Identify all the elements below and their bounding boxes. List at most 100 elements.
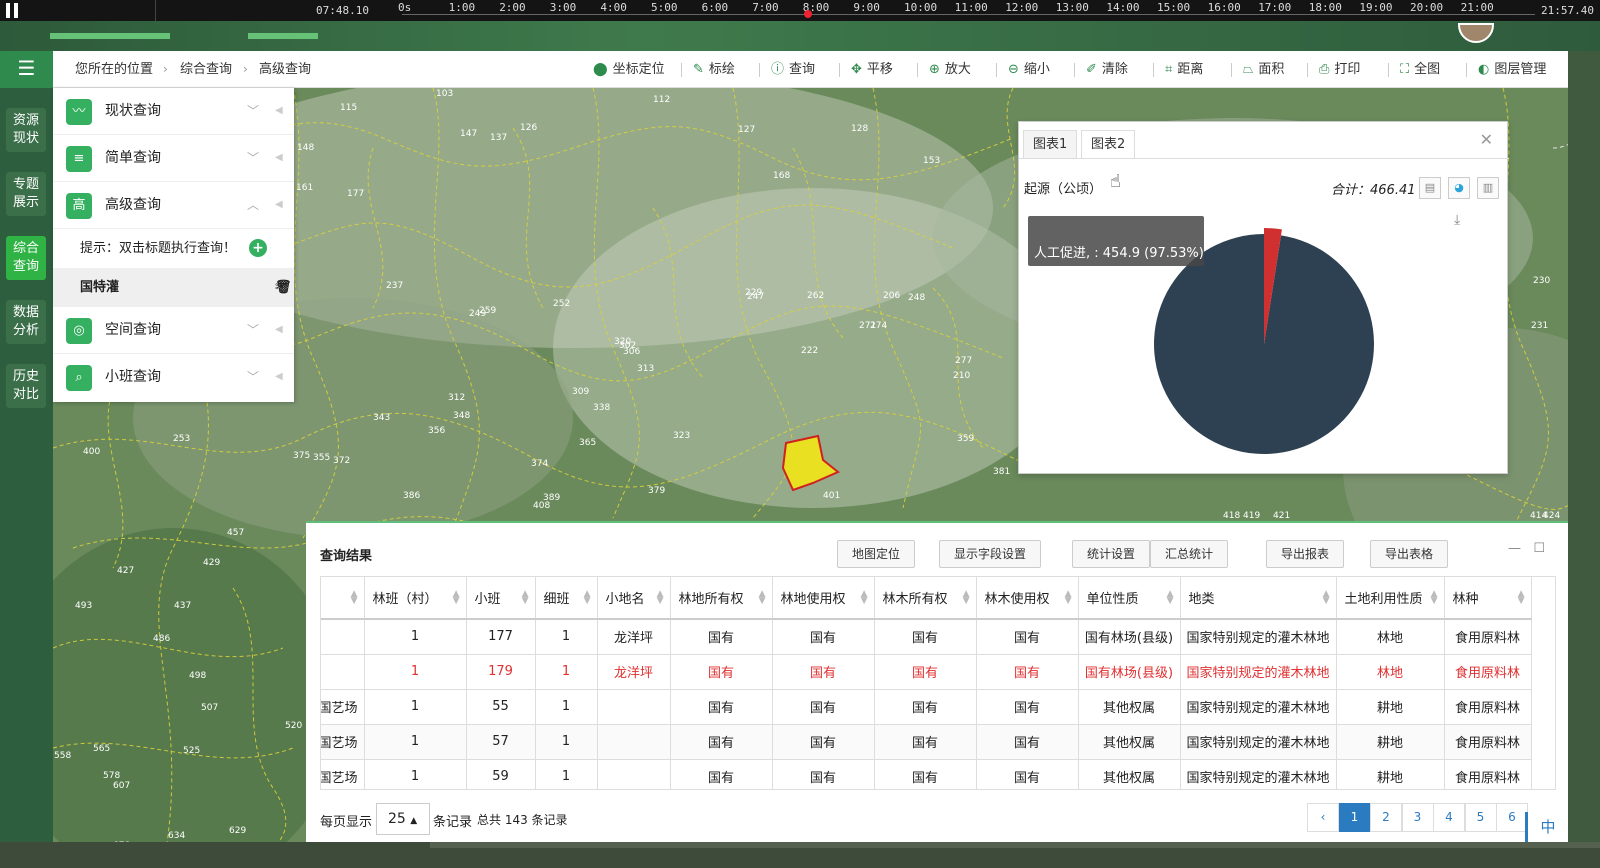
column-header[interactable]: 林木使用权 ▲ ▼ [976,577,1079,620]
table-cell: 食用原料林 [1444,759,1532,789]
results-action-button[interactable]: 导出表格 [1370,540,1449,568]
column-header[interactable]: 小班 ▲ ▼ [466,577,536,620]
column-header[interactable]: 林地所有权 ▲ ▼ [670,577,773,620]
menu-item-subcompartment-query[interactable]: ⌕ 小班查询 ﹀ ◀ [53,354,294,401]
menu-item-spatial-query[interactable]: ◎ 空间查询 ﹀ ◀ [53,307,294,354]
page-button[interactable]: 4 [1433,803,1465,832]
results-action-button[interactable]: 地图定位 [837,540,916,568]
sort-icon[interactable]: ▲ ▼ [1167,590,1174,606]
column-header[interactable]: 细班 ▲ ▼ [535,577,598,620]
sort-icon[interactable]: ▲ ▼ [351,590,358,606]
tool-zoom-out[interactable]: ⊖ 缩小 [1008,51,1050,88]
table-cell [321,619,365,655]
page-button[interactable]: 1 [1338,803,1371,832]
tool-print[interactable]: ⎙ 打印 [1319,51,1360,88]
table-row[interactable]: 1 179 1 龙洋坪 国有 国有 国有 国有 国有林场(县级) 国家特别规定的灌木林地 林地 食用原… [321,654,1532,690]
chevron-down-icon[interactable]: ﹀ [247,135,259,181]
table-row[interactable]: 国艺场 1 55 1 国有 国有 国有 国有 其他权属 国家特别规定的灌木林地 耕地 食用原料林 [321,689,1532,725]
page-button[interactable]: 6 [1496,803,1528,832]
sort-icon[interactable]: ▲ ▼ [963,590,970,606]
results-action-button[interactable]: 统计设置 [1072,540,1151,568]
sort-icon[interactable]: ▲ ▼ [1065,590,1072,606]
sort-icon[interactable]: ▲ ▼ [1518,590,1525,606]
menu-item-status-query[interactable]: 〰 现状查询 ﹀ ◀ [53,88,294,135]
timeline-track[interactable] [402,14,1535,15]
tool-edit[interactable]: ✎ 标绘 [693,51,735,88]
rail-item-0[interactable]: 资源现状 [6,108,46,152]
tool-move[interactable]: ✥ 平移 [851,51,893,88]
rail-item-3[interactable]: 数据分析 [6,300,46,344]
chevron-down-icon[interactable]: ﹀ [247,354,259,400]
sort-icon[interactable]: ▲ ▼ [657,590,664,606]
tool-label: 标绘 [708,62,735,77]
column-header[interactable]: 地类 ▲ ▼ [1180,577,1337,620]
toolbar-separator [1307,63,1308,77]
results-action-button[interactable]: 导出报表 [1266,540,1345,568]
chevron-up-icon[interactable]: ︿ [247,182,259,228]
parcel-label: 323 [673,431,690,441]
hamburger-menu-icon[interactable]: ☰ [0,51,53,88]
page-button[interactable]: 5 [1464,803,1497,832]
column-header[interactable]: 林木所有权 ▲ ▼ [874,577,977,620]
chevron-down-icon[interactable]: ﹀ [247,307,259,353]
video-timeline[interactable]: 07:48.10 0s 1:00 2:00 3:00 4:00 5:00 6:00 7:00 8… [0,0,1600,21]
page-size-select[interactable]: 25 ▲ [376,803,430,835]
sort-icon[interactable]: ▲ ▼ [453,590,460,606]
parcel-label: 153 [923,156,940,166]
column-header[interactable]: 林班（村） ▲ ▼ [364,577,467,620]
trash-icon[interactable]: 🗑 [275,269,292,307]
ime-indicator[interactable]: 中 [1525,812,1568,842]
breadcrumb-item[interactable]: 综合查询 [180,51,232,88]
minimize-icon[interactable]: — [1508,541,1521,556]
sort-icon[interactable]: ▲ ▼ [1323,590,1330,606]
tool-map-pin[interactable]: ⬤ 坐标定位 [593,51,665,88]
chevron-right-icon: › [163,62,168,76]
tool-eraser[interactable]: ✐ 清除 [1086,51,1128,88]
rail-item-2[interactable]: 综合查询 [6,236,46,280]
zoom-out-icon: ⊖ [1008,62,1019,77]
menu-item-advanced-query[interactable]: 高 高级查询 ︿ ◀ [53,182,294,229]
column-header[interactable]: 单位性质 ▲ ▼ [1078,577,1181,620]
results-action-button[interactable]: 汇总统计 [1150,540,1229,568]
timeline-tick: 13:00 [1055,1,1089,14]
user-avatar[interactable] [1458,23,1494,43]
chevron-down-icon[interactable]: ﹀ [247,88,259,134]
results-action-button[interactable]: 显示字段设置 [939,540,1042,568]
column-header[interactable]: 林种 ▲ ▼ [1444,577,1532,620]
table-row[interactable]: 1 177 1 龙洋坪 国有 国有 国有 国有 国有林场(县级) 国家特别规定的灌木林地 林地 食用原… [321,619,1532,655]
tool-layers[interactable]: ◐ 图层管理 [1478,51,1546,88]
tool-full-extent[interactable]: ⛶ 全图 [1400,51,1440,88]
table-row[interactable]: 国艺场 1 57 1 国有 国有 国有 国有 其他权属 国家特别规定的灌木林地 耕地 食用原料林 [321,724,1532,760]
tool-ruler[interactable]: ⌗ 距离 [1165,51,1203,88]
hand-cursor-icon: ☝ [1110,171,1121,192]
sort-icon[interactable]: ▲ ▼ [759,590,766,606]
ruler-icon: ⌗ [1165,62,1173,77]
sort-icon[interactable]: ▲ ▼ [861,590,868,606]
sort-icon[interactable]: ▲ ▼ [584,590,591,606]
maximize-icon[interactable]: ☐ [1533,541,1545,556]
pause-icon[interactable] [5,3,19,18]
toolbar-separator [1466,63,1467,77]
column-header[interactable]: 小地名 ▲ ▼ [597,577,671,620]
table-row[interactable]: 国艺场 1 59 1 国有 国有 国有 国有 其他权属 国家特别规定的灌木林地 耕地 食用原料林 [321,759,1532,789]
add-query-icon[interactable]: + [249,239,267,257]
menu-item-simple-query[interactable]: ≡ 简单查询 ﹀ ◀ [53,135,294,182]
prev-page-button[interactable]: ‹ [1307,803,1339,832]
table-cell: 57 [466,724,536,760]
rail-item-4[interactable]: 历史对比 [6,364,46,408]
tool-area[interactable]: ⏢ 面积 [1243,51,1284,88]
column-header[interactable]: 林地使用权 ▲ ▼ [772,577,875,620]
sort-icon[interactable]: ▲ ▼ [522,590,529,606]
saved-query-item[interactable]: 国特灌 ✂ 🗑 [53,269,294,307]
column-header[interactable]: 土地利用性质 ▲ ▼ [1336,577,1445,620]
tool-info[interactable]: ⓘ 查询 [771,51,815,88]
page-button[interactable]: 3 [1401,803,1434,832]
tool-zoom-in[interactable]: ⊕ 放大 [929,51,971,88]
column-header[interactable]: ▲ ▼ [321,577,365,620]
timeline-divider [155,0,156,21]
playhead-marker[interactable] [804,10,812,18]
page-button[interactable]: 2 [1370,803,1402,832]
rail-item-1[interactable]: 专题展示 [6,172,46,216]
sort-icon[interactable]: ▲ ▼ [1431,590,1438,606]
page-size-label: 每页显示 [320,815,373,830]
